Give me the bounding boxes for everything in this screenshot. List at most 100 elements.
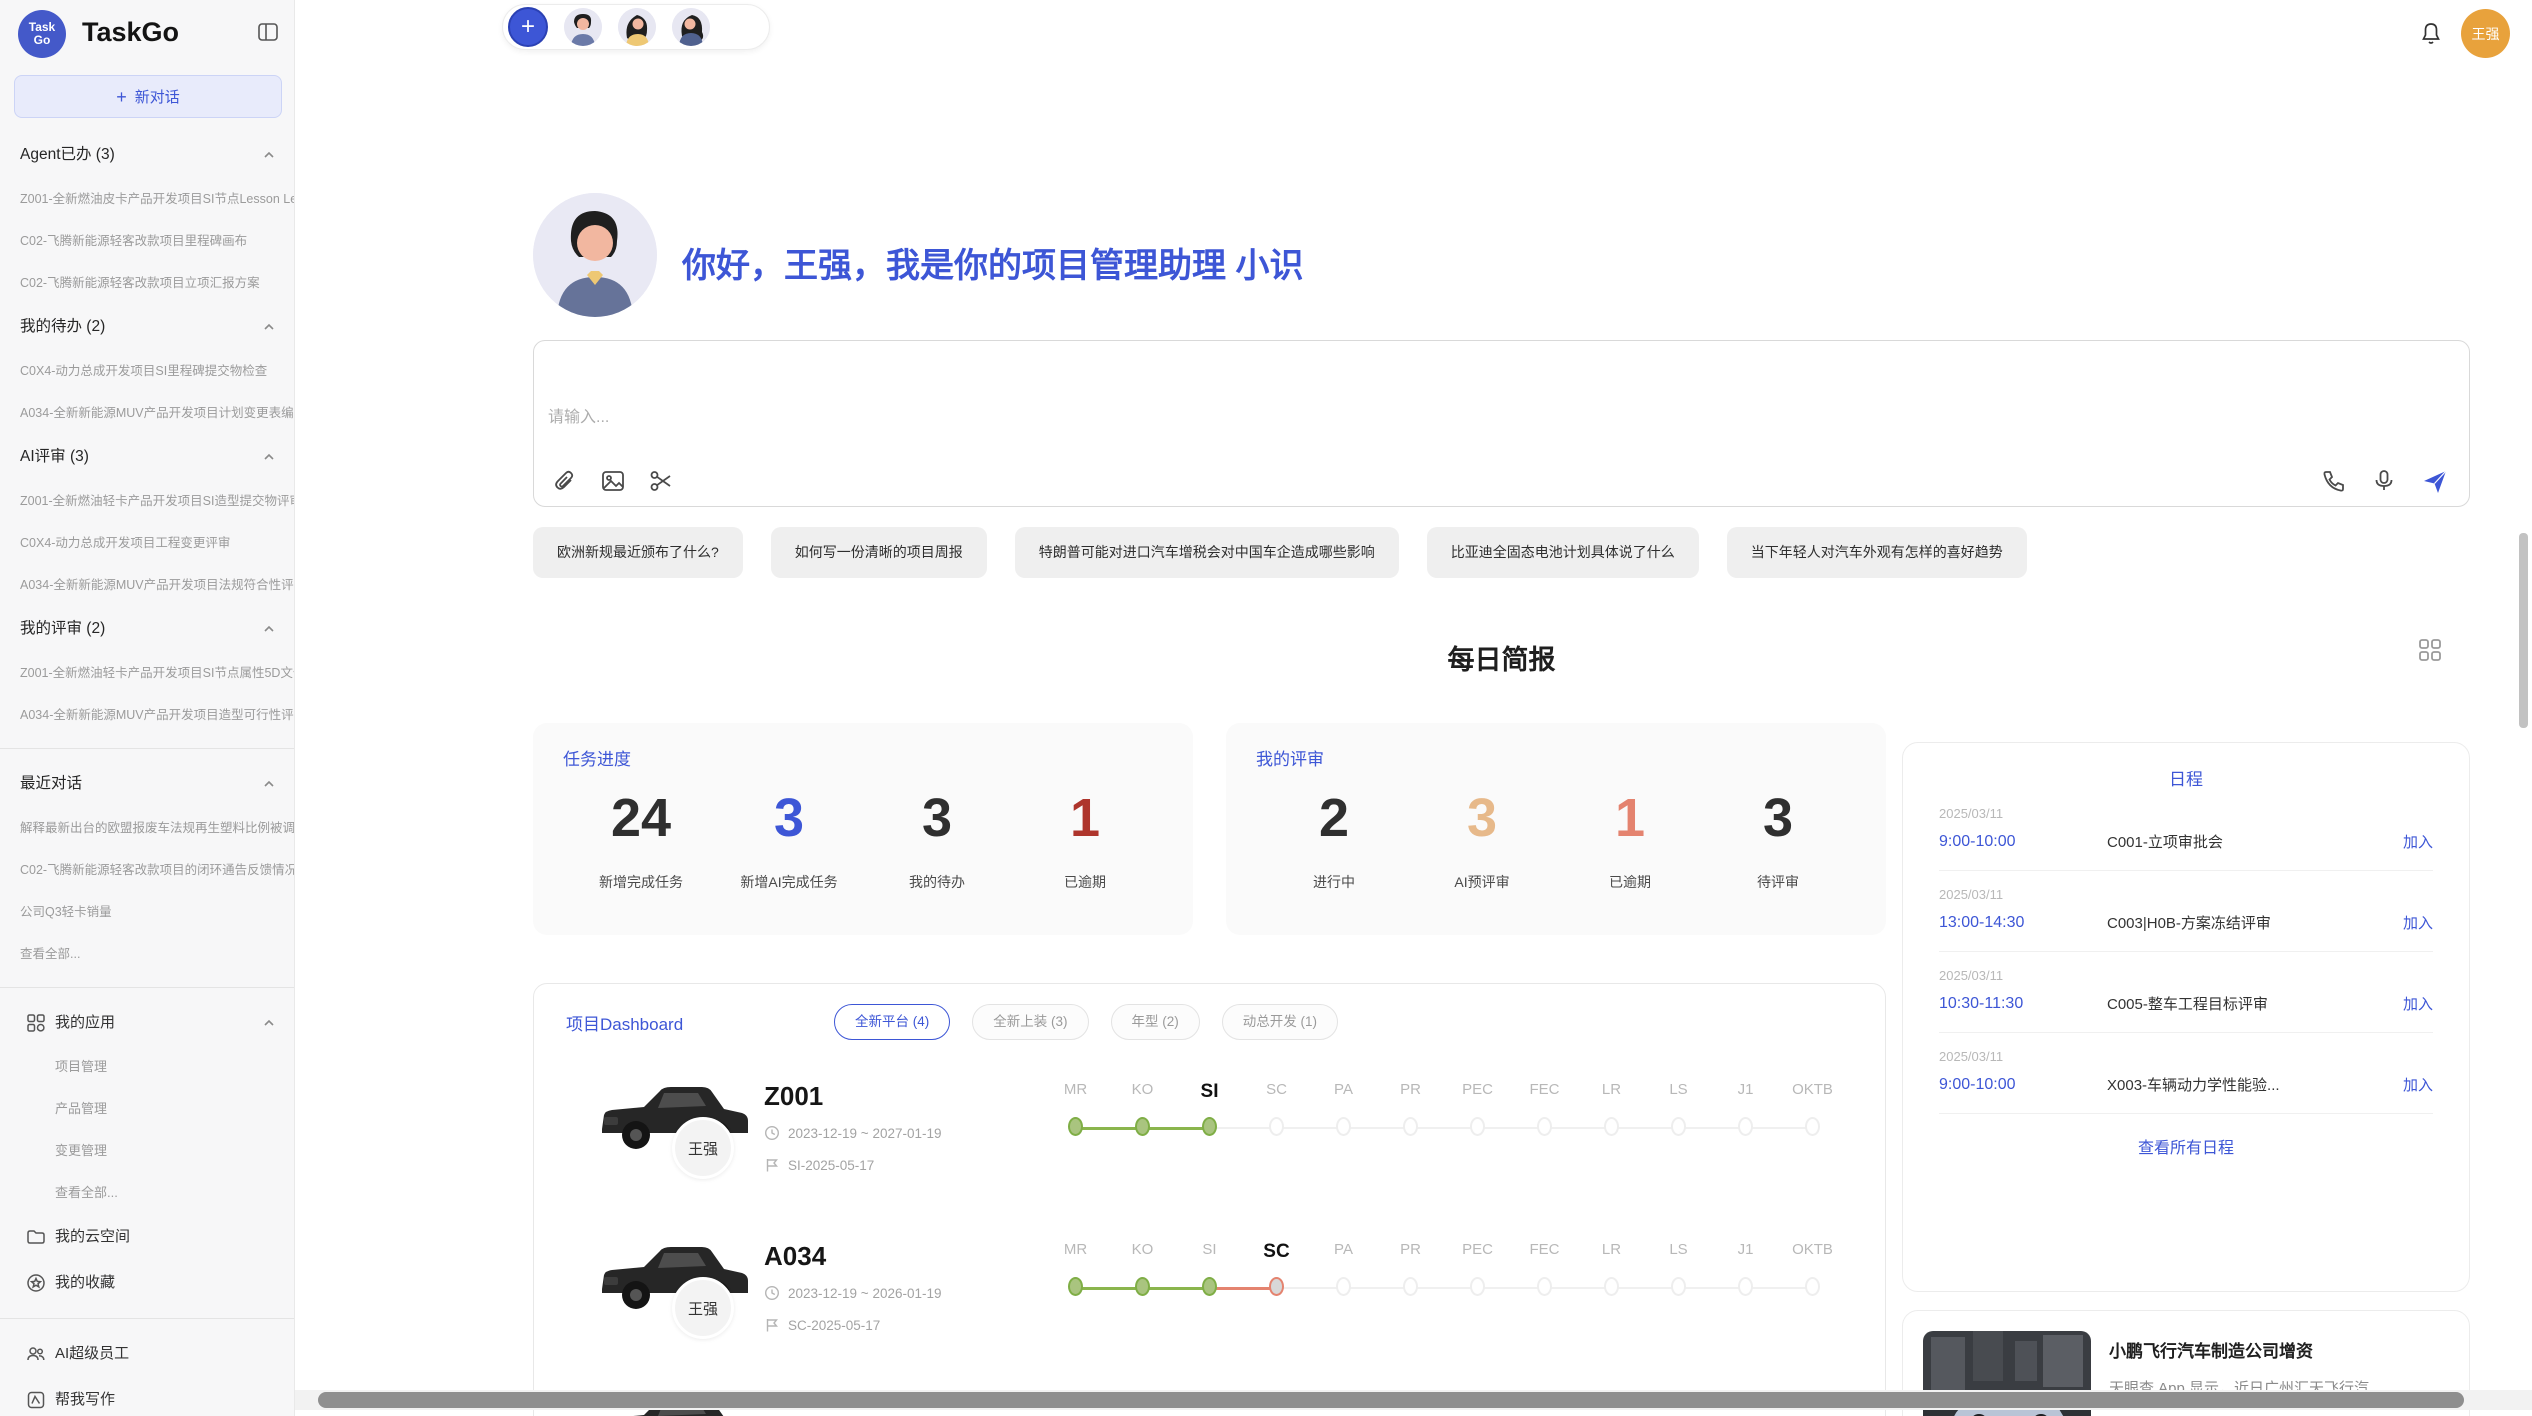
milestone-dot	[1336, 1117, 1351, 1136]
list-item[interactable]: A034-全新新能源MUV产品开发项目造型可行性评审	[0, 694, 295, 736]
milestone-dot	[1537, 1277, 1552, 1296]
suggestion-chip[interactable]: 当下年轻人对汽车外观有怎样的喜好趋势	[1727, 527, 2027, 578]
list-item[interactable]: Z001-全新燃油轻卡产品开发项目SI节点属性5D文件评审	[0, 652, 295, 694]
milestone-label: LR	[1602, 1241, 1621, 1258]
stat-label: 待评审	[1728, 872, 1828, 892]
card-title: 我的评审	[1256, 745, 1856, 770]
join-link[interactable]: 加入	[2403, 1074, 2433, 1095]
sidebar-item-favorites[interactable]: 我的收藏	[0, 1260, 295, 1306]
list-item[interactable]: 解释最新出台的欧盟报废车法规再生塑料比例被调至15%...	[0, 807, 295, 849]
chevron-up-icon[interactable]	[261, 776, 277, 792]
add-session-button[interactable]: +	[508, 7, 548, 47]
attachment-icon[interactable]	[552, 468, 578, 494]
sidebar-item-ai-super-staff[interactable]: AI超级员工	[0, 1331, 295, 1377]
chevron-up-icon[interactable]	[261, 319, 277, 335]
chevron-up-icon[interactable]	[261, 449, 277, 465]
section-recent-chats[interactable]: 最近对话	[0, 761, 295, 807]
suggestion-chip[interactable]: 比亚迪全固态电池计划具体说了什么	[1427, 527, 1699, 578]
schedule-event-title: X003-车辆动力学性能验...	[2107, 1074, 2403, 1095]
view-all-recent[interactable]: 查看全部...	[0, 933, 295, 975]
sidebar: Task Go TaskGo + 新对话 Agent已办 (3) Z001-全新…	[0, 0, 295, 1416]
suggestion-chip[interactable]: 特朗普可能对进口汽车增税会对中国车企造成哪些影响	[1015, 527, 1399, 578]
avatar[interactable]	[672, 8, 710, 46]
star-badge-icon	[26, 1273, 46, 1293]
suggestion-chip[interactable]: 欧洲新规最近颁布了什么?	[533, 527, 743, 578]
project-row[interactable]: 王强 Z001 2023-12-19 ~ 2027-01-19 SI-2025-…	[534, 1071, 1885, 1226]
project-code: Z001	[764, 1081, 823, 1112]
chevron-up-icon[interactable]	[261, 147, 277, 163]
schedule-date: 2025/03/11	[1939, 887, 2433, 902]
sidebar-item-cloud-space[interactable]: 我的云空间	[0, 1214, 295, 1260]
scissors-icon[interactable]	[648, 468, 674, 494]
section-agent-done[interactable]: Agent已办 (3)	[0, 132, 295, 178]
list-item[interactable]: C0X4-动力总成开发项目工程变更评审	[0, 522, 295, 564]
list-item[interactable]: C02-飞腾新能源轻客改款项目里程碑画布	[0, 220, 295, 262]
stat-label: 已逾期	[1580, 872, 1680, 892]
join-link[interactable]: 加入	[2403, 912, 2433, 933]
list-item[interactable]: Z001-全新燃油皮卡产品开发项目SI节点Lesson Learn报告	[0, 178, 295, 220]
task-progress-card: 任务进度 24 新增完成任务 3 新增AI完成任务 3 我的待办 1 已逾期	[533, 723, 1193, 935]
sidebar-item-help-me-write[interactable]: 帮我写作	[0, 1377, 295, 1416]
chevron-up-icon[interactable]	[261, 621, 277, 637]
flag-icon	[764, 1317, 780, 1333]
milestone-label: KO	[1132, 1241, 1154, 1258]
view-all-schedule[interactable]: 查看所有日程	[1939, 1134, 2433, 1158]
send-icon[interactable]	[2421, 468, 2447, 494]
image-icon[interactable]	[600, 468, 626, 494]
filter-chip[interactable]: 动总开发 (1)	[1222, 1004, 1338, 1040]
milestone-label: SI	[1201, 1081, 1219, 1102]
filter-chip[interactable]: 全新上装 (3)	[972, 1004, 1088, 1040]
session-avatars-pill: +	[502, 4, 770, 50]
sidebar-item-change-mgmt[interactable]: 变更管理	[0, 1130, 295, 1172]
suggestion-chip[interactable]: 如何写一份清晰的项目周报	[771, 527, 987, 578]
stat-label: 我的待办	[887, 872, 987, 892]
milestone-label: PR	[1400, 1241, 1421, 1258]
sidebar-item-product-mgmt[interactable]: 产品管理	[0, 1088, 295, 1130]
user-avatar[interactable]: 王强	[2461, 9, 2510, 58]
list-item[interactable]: 公司Q3轻卡销量	[0, 891, 295, 933]
microphone-icon[interactable]	[2371, 468, 2397, 494]
layout-grid-icon[interactable]	[2416, 636, 2444, 664]
milestone-label: PEC	[1462, 1241, 1493, 1258]
avatar[interactable]	[564, 8, 602, 46]
phone-icon[interactable]	[2321, 468, 2347, 494]
filter-chip[interactable]: 全新平台 (4)	[834, 1004, 950, 1040]
chat-input[interactable]	[548, 403, 1748, 443]
view-all-apps[interactable]: 查看全部...	[0, 1172, 295, 1214]
new-chat-button[interactable]: + 新对话	[14, 75, 282, 118]
milestone-dot	[1202, 1117, 1217, 1136]
vertical-scrollbar-thumb[interactable]	[2519, 533, 2528, 728]
stat-value: 1	[1580, 786, 1680, 850]
list-item[interactable]: C02-飞腾新能源轻客改款项目的闭环通告反馈情况	[0, 849, 295, 891]
chevron-up-icon[interactable]	[261, 1015, 277, 1031]
notification-bell-icon[interactable]	[2417, 20, 2445, 48]
list-item[interactable]: C02-飞腾新能源轻客改款项目立项汇报方案	[0, 262, 295, 304]
section-my-review[interactable]: 我的评审 (2)	[0, 606, 295, 652]
sidebar-collapse-icon[interactable]	[256, 20, 280, 44]
list-item[interactable]: A034-全新新能源MUV产品开发项目计划变更表编写	[0, 392, 295, 434]
avatar[interactable]	[618, 8, 656, 46]
filter-chip[interactable]: 年型 (2)	[1111, 1004, 1200, 1040]
horizontal-scrollbar-thumb[interactable]	[318, 1392, 2464, 1408]
section-my-todo[interactable]: 我的待办 (2)	[0, 304, 295, 350]
list-item[interactable]: Z001-全新燃油轻卡产品开发项目SI造型提交物评审	[0, 480, 295, 522]
milestone-dot	[1135, 1277, 1150, 1296]
list-item[interactable]: C0X4-动力总成开发项目SI里程碑提交物检查	[0, 350, 295, 392]
sidebar-item-project-mgmt[interactable]: 项目管理	[0, 1046, 295, 1088]
join-link[interactable]: 加入	[2403, 993, 2433, 1014]
milestone-label: MR	[1064, 1241, 1087, 1258]
project-row[interactable]: 王强 A034 2023-12-19 ~ 2026-01-19 SC-2025-…	[534, 1231, 1885, 1386]
milestone-dot	[1068, 1277, 1083, 1296]
milestone-dot	[1403, 1277, 1418, 1296]
greeting-text: 你好，王强，我是你的项目管理助理 小识	[682, 238, 1303, 287]
milestone-dot	[1671, 1277, 1686, 1296]
list-item[interactable]: A034-全新新能源MUV产品开发项目法规符合性评审	[0, 564, 295, 606]
milestone-label: PA	[1334, 1241, 1353, 1258]
section-ai-review[interactable]: AI评审 (3)	[0, 434, 295, 480]
my-reviews-card: 我的评审 2 进行中 3 AI预评审 1 已逾期 3 待评审	[1226, 723, 1886, 935]
milestone-dot	[1068, 1117, 1083, 1136]
project-code: A034	[764, 1241, 826, 1272]
schedule-time: 13:00-14:30	[1939, 914, 2107, 932]
sidebar-item-my-apps[interactable]: 我的应用	[0, 1000, 295, 1046]
join-link[interactable]: 加入	[2403, 831, 2433, 852]
